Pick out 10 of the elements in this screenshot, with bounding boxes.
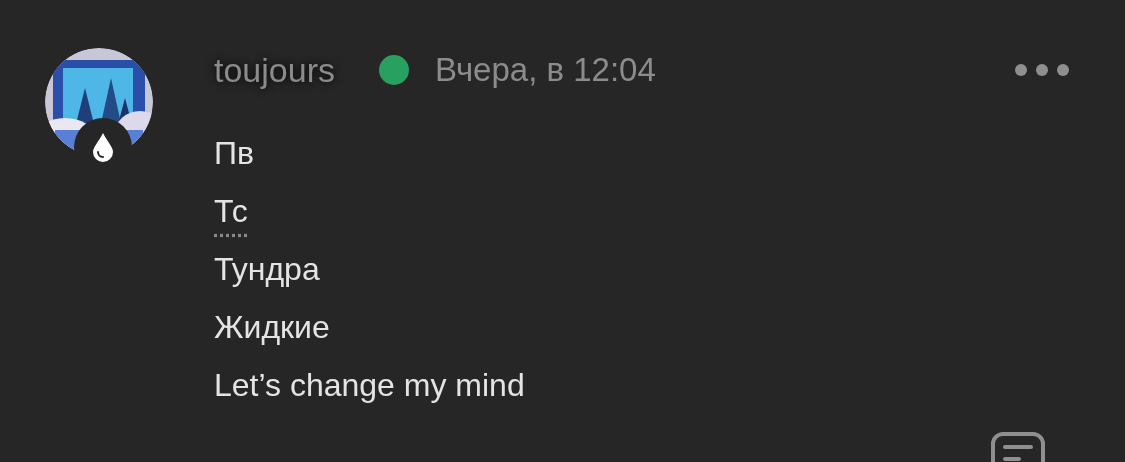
author-name[interactable]: toujours <box>214 44 335 96</box>
notes-icon[interactable] <box>991 432 1045 462</box>
message-line: Тс <box>214 192 248 231</box>
drop-icon <box>92 132 114 162</box>
more-icon <box>1014 63 1070 77</box>
message-line: Жидкие <box>214 308 330 347</box>
timestamp: Вчера, в 12:04 <box>434 50 656 91</box>
message-line: Пв <box>214 134 254 173</box>
message-line: Let’s change my mind <box>214 366 525 405</box>
message-line: Тундра <box>214 250 320 289</box>
